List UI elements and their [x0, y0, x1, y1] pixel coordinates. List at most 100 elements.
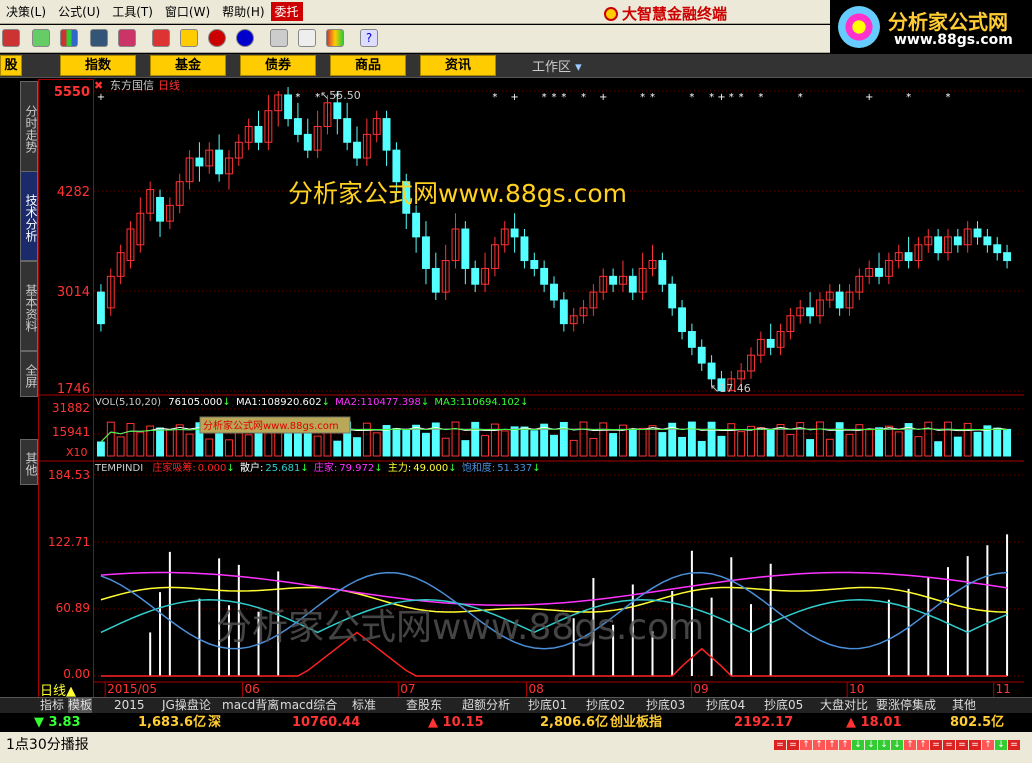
menu-entrust[interactable]: 委托 [270, 2, 303, 21]
flag-icon[interactable] [152, 29, 170, 47]
menu-formula[interactable]: 公式(U) [52, 3, 106, 20]
volume-bar [156, 427, 164, 457]
status-arrow-icon: = [943, 740, 955, 750]
brand-logo-icon [604, 7, 618, 21]
toolbar: ? [0, 25, 830, 53]
candle-body [353, 141, 361, 159]
signal-marker: + [717, 92, 725, 103]
bottom-tab[interactable]: 2015 [114, 698, 145, 713]
candle-body [658, 260, 667, 285]
bottom-tab[interactable]: macd背离 [222, 698, 279, 713]
bottom-tab[interactable]: 模板 [68, 698, 93, 713]
stock-name: 东方国信 [110, 79, 154, 92]
bottom-tab[interactable]: 其他 [952, 698, 976, 713]
candle-body [983, 236, 992, 246]
vol-tick-15941: 15941 [52, 425, 90, 439]
tab-fullscreen[interactable]: 全屏 [20, 351, 38, 397]
candle-body [687, 331, 696, 348]
signal-marker: + [97, 92, 105, 103]
cat-news[interactable]: 资讯 [420, 55, 496, 76]
close-icon[interactable] [2, 29, 20, 47]
candle-body [530, 260, 539, 269]
volume-bar [530, 430, 539, 457]
signal-marker: * [906, 92, 911, 103]
tab-other[interactable]: 其他 [20, 439, 38, 485]
bars-icon[interactable] [60, 29, 78, 47]
candle-body [343, 118, 352, 143]
bottom-tab[interactable]: 指标 [40, 698, 64, 713]
tab-technical[interactable]: 技术分析 [20, 171, 38, 261]
candle-body [195, 157, 204, 167]
f10-red-icon[interactable] [208, 29, 226, 47]
volume-bar [461, 440, 470, 457]
bottom-tab[interactable]: 抄底01 [528, 698, 567, 713]
candle-body [707, 362, 716, 380]
ticker-value: 10760.44 [292, 715, 361, 730]
status-arrow-icon: = [930, 740, 942, 750]
cat-bond[interactable]: 债券 [240, 55, 316, 76]
diamond-icon[interactable] [180, 29, 198, 47]
workarea-dropdown[interactable]: 工作区 ▾ [532, 56, 582, 75]
candle-body [382, 118, 391, 151]
ticker-value: 802.5亿 [950, 715, 1005, 730]
tab-fundamental[interactable]: 基本资料 [20, 261, 38, 351]
cat-stock[interactable]: 股 [0, 55, 22, 76]
date-label: 08 [529, 682, 544, 696]
volume-bar [353, 437, 361, 457]
candle-body [461, 228, 470, 269]
menu-tools[interactable]: 工具(T) [106, 3, 159, 20]
logo-line2: www.88gs.com [894, 32, 1013, 48]
bottom-tab[interactable]: 查股东 [406, 698, 442, 713]
cat-commodity[interactable]: 商品 [330, 55, 406, 76]
candle-body [303, 133, 312, 151]
glasses-icon[interactable] [32, 29, 50, 47]
date-label: 09 [693, 682, 708, 696]
menu-help[interactable]: 帮助(H) [216, 3, 270, 20]
status-arrow-icon: ↑ [813, 740, 825, 750]
bottom-tab[interactable]: 抄底02 [586, 698, 625, 713]
binoculars-icon[interactable] [90, 29, 108, 47]
date-label: 2015/05 [107, 682, 157, 696]
signal-marker: * [709, 92, 714, 103]
print-icon[interactable] [270, 29, 288, 47]
cat-fund[interactable]: 基金 [150, 55, 226, 76]
menu-decision[interactable]: 决策(L) [0, 3, 52, 20]
ticker-value: ▲ 18.01 [846, 715, 902, 730]
bottom-tab[interactable]: 标准 [352, 698, 376, 713]
bottom-tab[interactable]: JG操盘论 [162, 698, 211, 713]
candle-body [806, 307, 815, 317]
volume-bar [609, 433, 618, 457]
candle-body [254, 125, 263, 143]
volume-bar [993, 427, 1002, 457]
date-label: 07 [400, 682, 415, 696]
bottom-tab[interactable]: 抄底03 [646, 698, 685, 713]
bottom-tab[interactable]: 抄底05 [764, 698, 803, 713]
signal-marker: * [561, 92, 566, 103]
ticker-value: 2192.17 [734, 715, 794, 730]
price-tick-4282: 4282 [57, 185, 90, 200]
bottom-tab[interactable]: 大盘对比 [820, 698, 868, 713]
candle-body [835, 291, 844, 309]
date-label: 11 [996, 682, 1011, 696]
books-icon[interactable] [326, 29, 344, 47]
brand-title: 大智慧金融终端 [604, 3, 727, 24]
bottom-tab[interactable]: 抄底04 [706, 698, 745, 713]
menu-window[interactable]: 窗口(W) [159, 3, 216, 20]
tab-intraday[interactable]: 分时走势 [20, 81, 38, 173]
close-chart-icon[interactable]: ✖ [94, 79, 103, 92]
chart-area[interactable]: ✖ 东方国信 日线 5550 4282 3014 1746 31882 1594… [38, 79, 1024, 699]
help-icon[interactable]: ? [360, 29, 378, 47]
signal-marker: * [581, 92, 586, 103]
vol-header: VOL(5,10,20) 76105.000↓ MA1:108920.602↓ … [95, 397, 528, 408]
price-low-label: ↖17.46 [710, 382, 751, 395]
bottom-tab[interactable]: macd综合 [280, 698, 337, 713]
volume-bar [402, 428, 411, 457]
f10-blue-icon[interactable] [236, 29, 254, 47]
alert-icon[interactable] [118, 29, 136, 47]
bottom-tab[interactable]: 超额分析 [462, 698, 510, 713]
cat-index[interactable]: 指数 [60, 55, 136, 76]
stock-period: 日线 [158, 79, 180, 92]
bottom-tab[interactable]: 要涨停集成 [876, 698, 936, 713]
candle-body [628, 275, 637, 293]
window-icon[interactable] [298, 29, 316, 47]
